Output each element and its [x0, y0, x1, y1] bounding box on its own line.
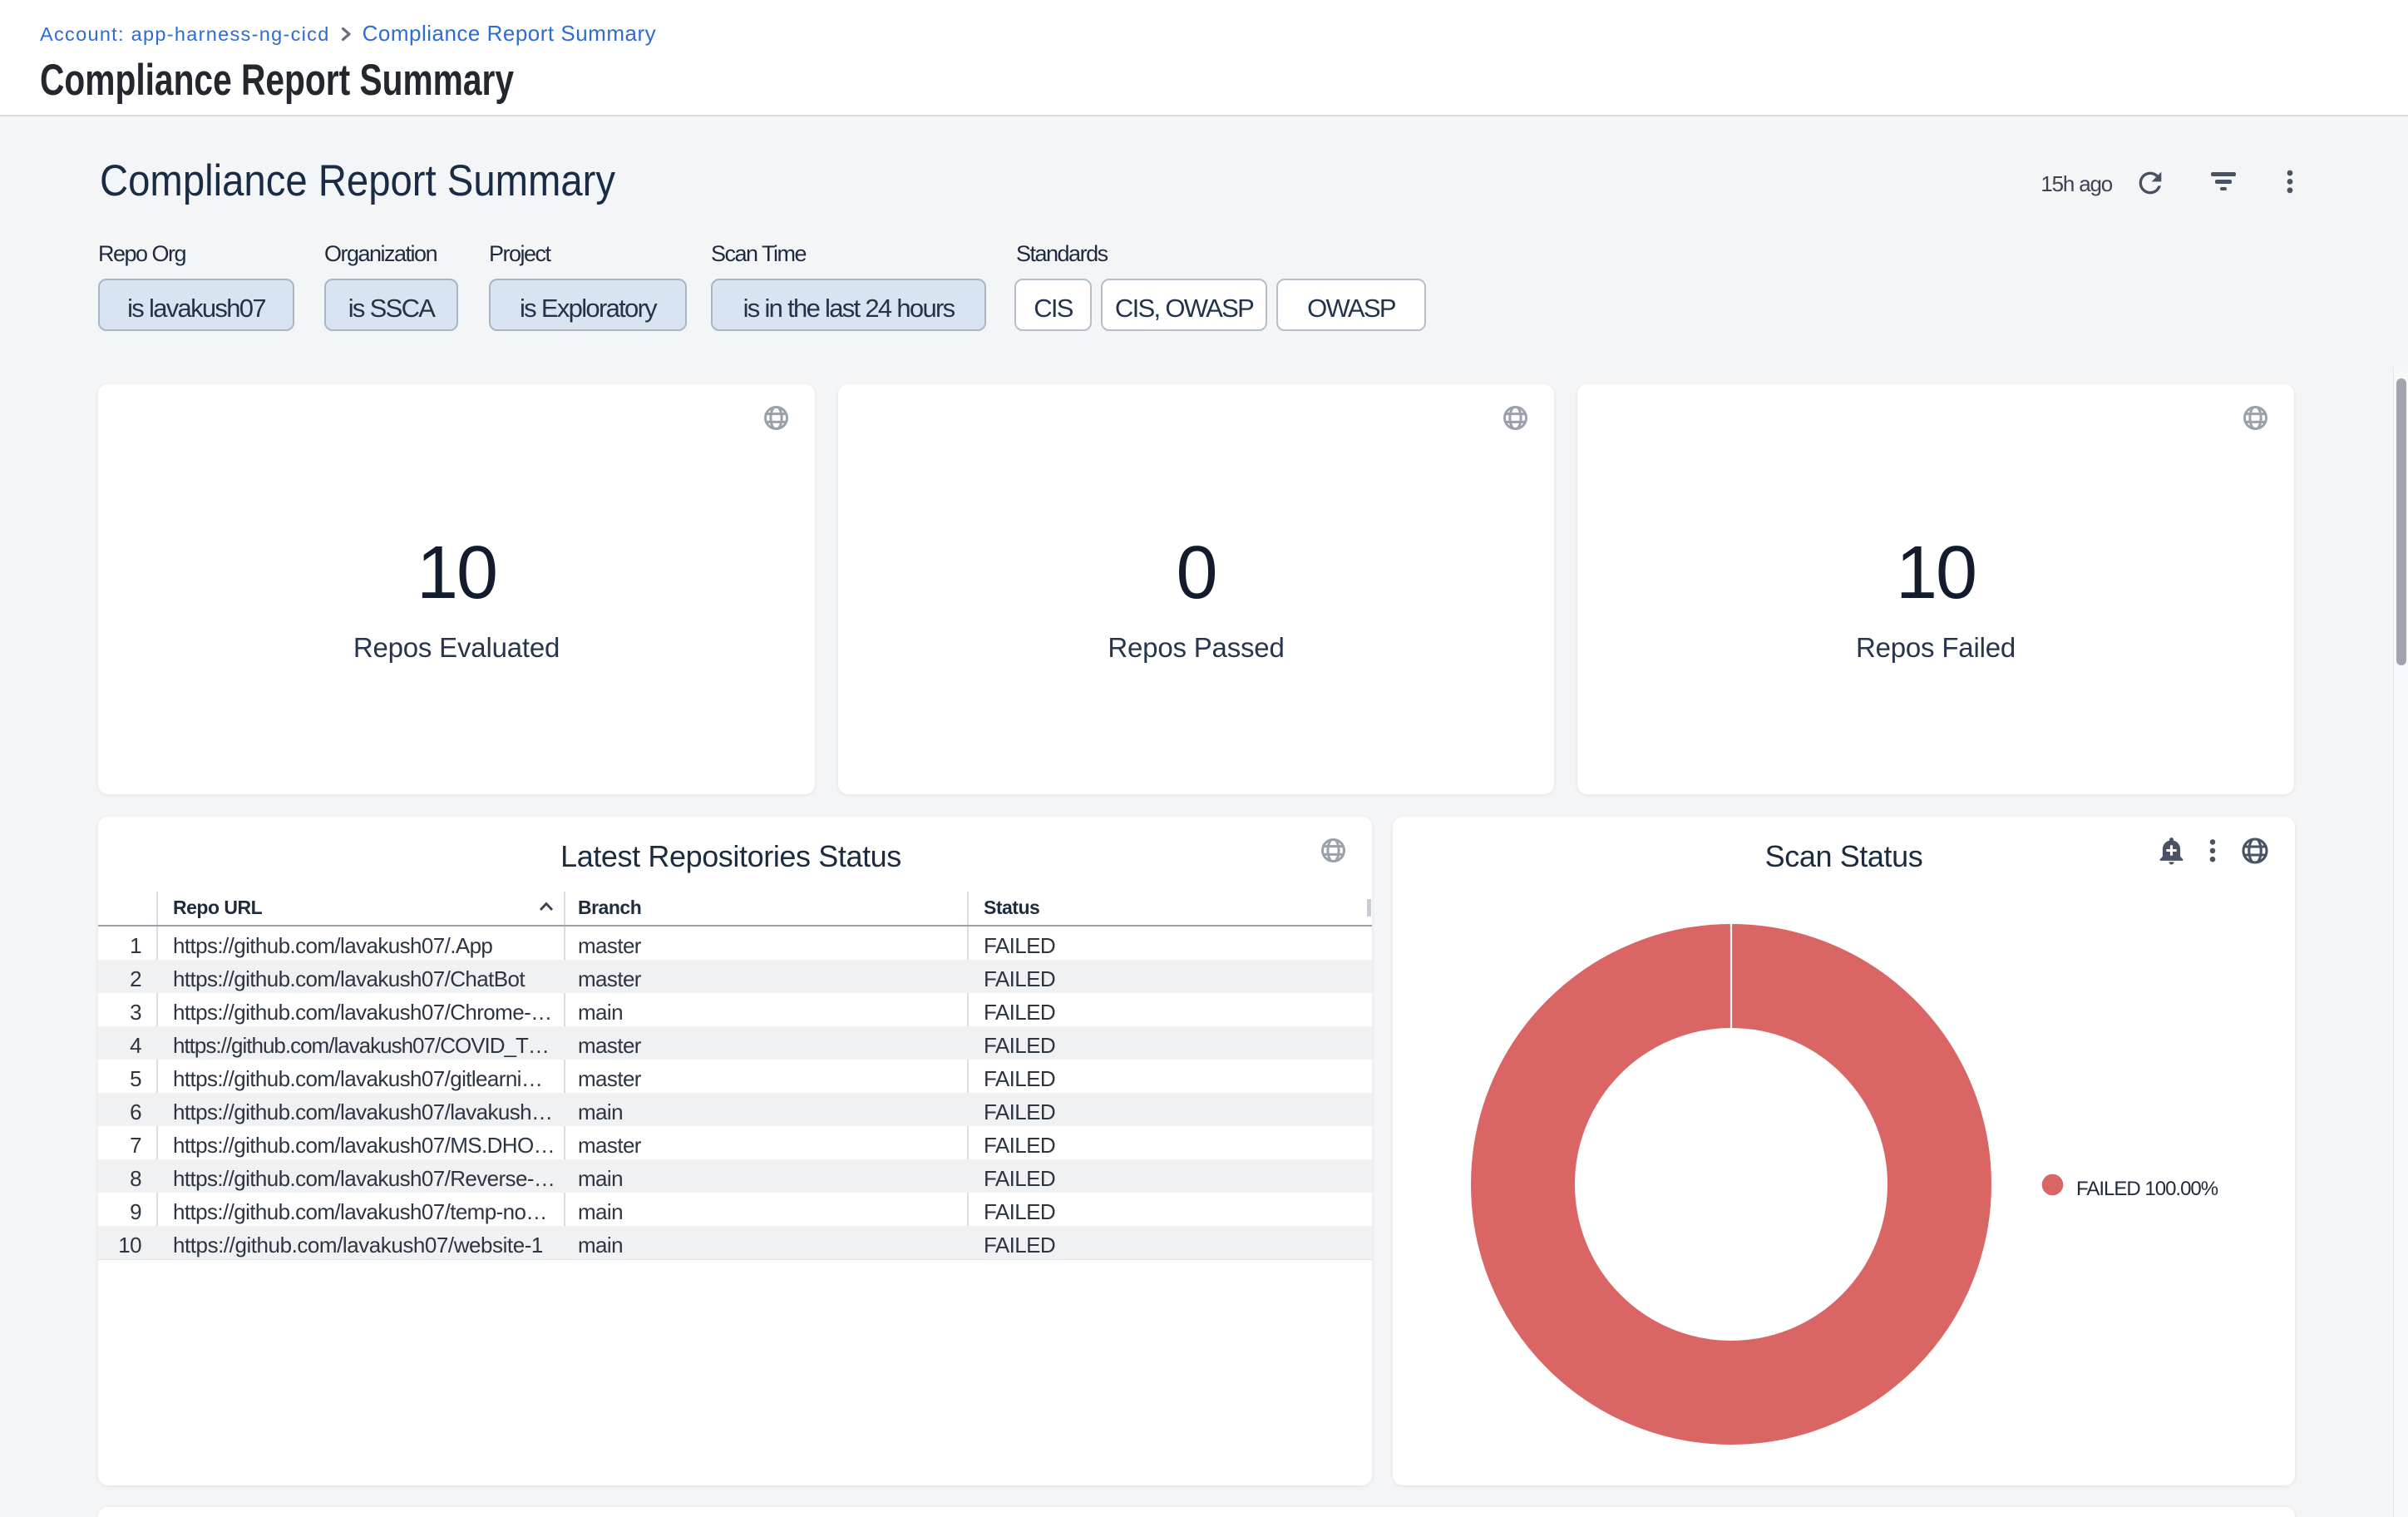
svg-text:FAILED 100.00%: FAILED 100.00% — [2076, 1178, 2218, 1200]
